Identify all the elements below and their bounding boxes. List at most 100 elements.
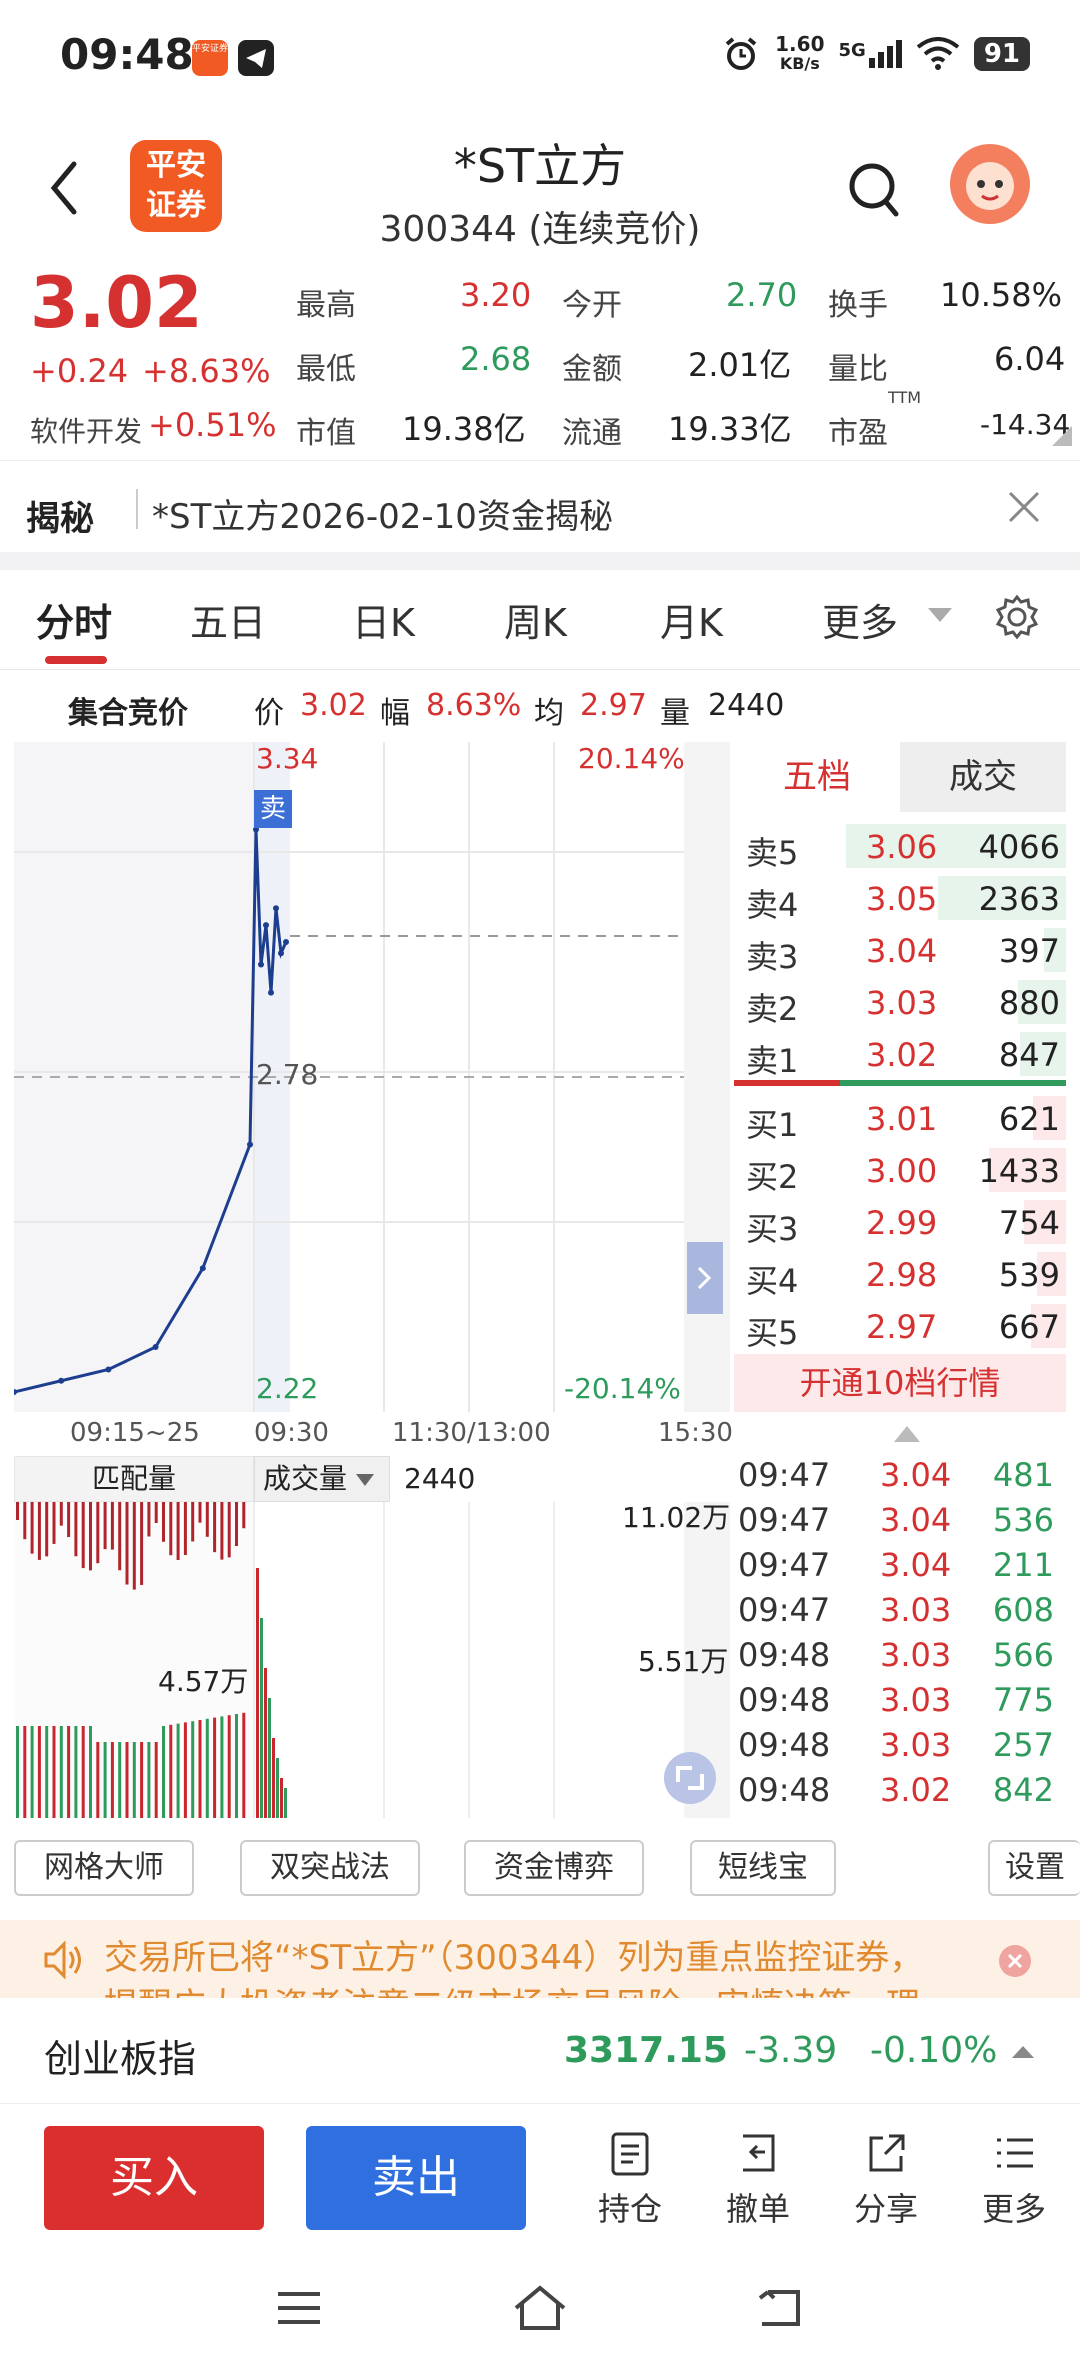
tick-list: 09:47 3.04 481 09:47 3.04 536 09:47 3.04 211 09:4… xyxy=(734,1456,1066,1818)
ask-row[interactable]: 卖1 3.02 847 xyxy=(734,1028,1066,1080)
share-action[interactable]: 分享 xyxy=(836,2128,936,2230)
cancel-order-action[interactable]: 撤单 xyxy=(708,2128,808,2230)
net-speed: 1.60 KB/s xyxy=(775,34,824,74)
price-change-pct: +8.63% xyxy=(142,352,271,390)
quote-panel: 3.02 +0.24 +8.63% 软件开发 +0.51% 最高 3.20 最低… xyxy=(0,258,1080,458)
auction-volume-bar xyxy=(37,1726,41,1818)
tick-volume: 211 xyxy=(992,1546,1054,1584)
buy-button[interactable]: 买入 xyxy=(44,2126,264,2230)
gear-icon[interactable] xyxy=(994,594,1040,640)
ask-row[interactable]: 卖4 3.05 2363 xyxy=(734,872,1066,924)
auction-volume-bar xyxy=(59,1726,63,1818)
bid-row[interactable]: 买2 3.00 1433 xyxy=(734,1144,1066,1196)
tick-volume: 608 xyxy=(992,1591,1054,1629)
time-label-auction: 09:15~25 xyxy=(70,1418,200,1448)
short-term-button[interactable]: 短线宝 xyxy=(690,1840,836,1896)
fund-game-button[interactable]: 资金博弈 xyxy=(464,1840,644,1896)
tab-five-levels[interactable]: 五档 xyxy=(734,742,900,812)
tick-price: 3.03 xyxy=(880,1591,952,1629)
auction-price: 3.02 xyxy=(300,688,367,723)
chevron-down-icon[interactable] xyxy=(928,608,952,624)
tab-monthly-k[interactable]: 月K xyxy=(660,592,723,647)
match-volume-bar xyxy=(242,1502,246,1529)
auction-range: 8.63% xyxy=(426,688,522,723)
match-volume-bar xyxy=(74,1502,78,1557)
tick-volume: 566 xyxy=(992,1636,1054,1674)
fund-reveal-bar[interactable]: 揭秘 *ST立方2026-02-10资金揭秘 xyxy=(0,460,1080,560)
float-value: 19.33亿 xyxy=(668,410,792,448)
section-gap xyxy=(0,552,1080,570)
expand-panel-button[interactable] xyxy=(687,1242,723,1314)
bottom-action-bar: 买入 卖出 持仓 撤单 分享 更多 xyxy=(0,2104,1080,2254)
tab-weekly-k[interactable]: 周K xyxy=(504,592,567,647)
grid-master-button[interactable]: 网格大师 xyxy=(14,1840,194,1896)
vol-max-label: 11.02万 xyxy=(622,1501,731,1534)
tab-daily-k[interactable]: 日K xyxy=(352,592,415,647)
notice-text: 交易所已将“*ST立方”（300344）列为重点监控证券， 提醒广大投资者注意二级… xyxy=(104,1934,923,1998)
open-10-level-button[interactable]: 开通10档行情 xyxy=(734,1354,1066,1412)
auction-volume-bar xyxy=(242,1712,246,1818)
auction-volume-bar xyxy=(45,1726,49,1818)
tab-five-day[interactable]: 五日 xyxy=(190,592,266,647)
nav-back-icon[interactable] xyxy=(754,2284,804,2332)
tab-more[interactable]: 更多 xyxy=(822,592,898,647)
volume-chart[interactable] xyxy=(14,1502,730,1818)
auction-volume-bar xyxy=(227,1715,231,1818)
expand-corner-icon[interactable] xyxy=(1052,426,1072,446)
reveal-text[interactable]: *ST立方2026-02-10资金揭秘 xyxy=(152,489,613,538)
auction-volume-bar xyxy=(213,1717,217,1818)
close-icon[interactable] xyxy=(1006,489,1042,525)
risk-notice-banner[interactable]: 交易所已将“*ST立方”（300344）列为重点监控证券， 提醒广大投资者注意二级… xyxy=(0,1920,1080,1998)
sector-name[interactable]: 软件开发 xyxy=(30,410,142,450)
auction-volume-bar xyxy=(23,1726,27,1818)
bid-row[interactable]: 买5 2.97 667 xyxy=(734,1300,1066,1352)
level-volume: 4066 xyxy=(978,828,1060,866)
collapse-up-icon[interactable] xyxy=(894,1424,920,1442)
bid-row[interactable]: 买4 2.98 539 xyxy=(734,1248,1066,1300)
match-volume-bar xyxy=(169,1502,173,1556)
ask-row[interactable]: 卖5 3.06 4066 xyxy=(734,820,1066,872)
network-type: 5G xyxy=(838,40,866,61)
search-icon[interactable] xyxy=(846,160,902,220)
auction-volume-bar xyxy=(103,1742,107,1818)
nav-home-icon[interactable] xyxy=(510,2284,570,2332)
intraday-chart[interactable] xyxy=(14,742,730,1412)
tab-intraday[interactable]: 分时 xyxy=(36,592,112,647)
bid-row[interactable]: 买3 2.99 754 xyxy=(734,1196,1066,1248)
level-price: 3.06 xyxy=(866,828,938,866)
auction-volume-bar xyxy=(220,1716,224,1818)
tab-deals[interactable]: 成交 xyxy=(900,742,1066,812)
auction-volume-bar xyxy=(140,1742,144,1818)
level-volume: 754 xyxy=(998,1204,1060,1242)
assistant-avatar[interactable] xyxy=(950,144,1030,224)
telegram-icon xyxy=(238,40,274,76)
ask-row[interactable]: 卖2 3.03 880 xyxy=(734,976,1066,1028)
price-point xyxy=(273,905,279,912)
level-volume: 1433 xyxy=(978,1152,1060,1190)
ask-row[interactable]: 卖3 3.04 397 xyxy=(734,924,1066,976)
trade-volume-bar xyxy=(260,1618,263,1818)
chart-top-price: 3.34 xyxy=(256,742,319,775)
fullscreen-button[interactable] xyxy=(664,1752,716,1804)
tick-volume: 842 xyxy=(992,1771,1054,1809)
auction-volume-bar xyxy=(16,1726,19,1818)
mktcap-value: 19.38亿 xyxy=(402,410,526,448)
settings-button[interactable]: 设置 xyxy=(988,1840,1080,1896)
level-price: 3.01 xyxy=(866,1100,938,1138)
caret-up-icon[interactable] xyxy=(1012,2044,1034,2060)
sell-button[interactable]: 卖出 xyxy=(306,2126,526,2230)
position-action[interactable]: 持仓 xyxy=(580,2128,680,2230)
bid-row[interactable]: 买1 3.01 621 xyxy=(734,1092,1066,1144)
index-ticker-bar[interactable]: 创业板指 3317.15 -3.39 -0.10% xyxy=(0,1998,1080,2104)
double-breakout-button[interactable]: 双突战法 xyxy=(240,1840,420,1896)
level-price: 3.02 xyxy=(866,1036,938,1074)
price-point xyxy=(283,939,289,945)
tick-time: 09:48 xyxy=(738,1771,831,1809)
nav-menu-icon[interactable] xyxy=(274,2288,324,2328)
match-volume-bar xyxy=(23,1502,27,1540)
notice-close-icon[interactable] xyxy=(998,1944,1032,1978)
more-action[interactable]: 更多 xyxy=(964,2128,1064,2230)
signal-icon: 5G xyxy=(839,40,902,68)
caret-down-icon xyxy=(355,1474,374,1486)
volume-selector[interactable]: 成交量 xyxy=(254,1456,390,1502)
